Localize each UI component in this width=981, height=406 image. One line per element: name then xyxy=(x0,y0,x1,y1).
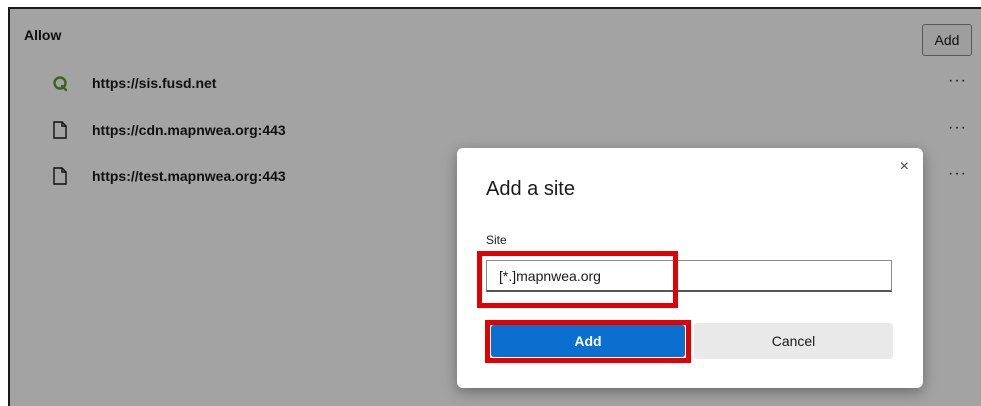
site-field-label: Site xyxy=(486,233,507,247)
add-site-dialog: × Add a site Site Add Cancel xyxy=(457,148,923,388)
dialog-title: Add a site xyxy=(486,178,575,200)
dialog-add-button[interactable]: Add xyxy=(491,325,685,357)
close-icon[interactable]: × xyxy=(900,158,909,176)
site-input[interactable] xyxy=(486,260,892,292)
dialog-cancel-button[interactable]: Cancel xyxy=(694,323,893,359)
settings-frame: Allow Add https://sis.fusd.net ··· https… xyxy=(8,7,981,406)
